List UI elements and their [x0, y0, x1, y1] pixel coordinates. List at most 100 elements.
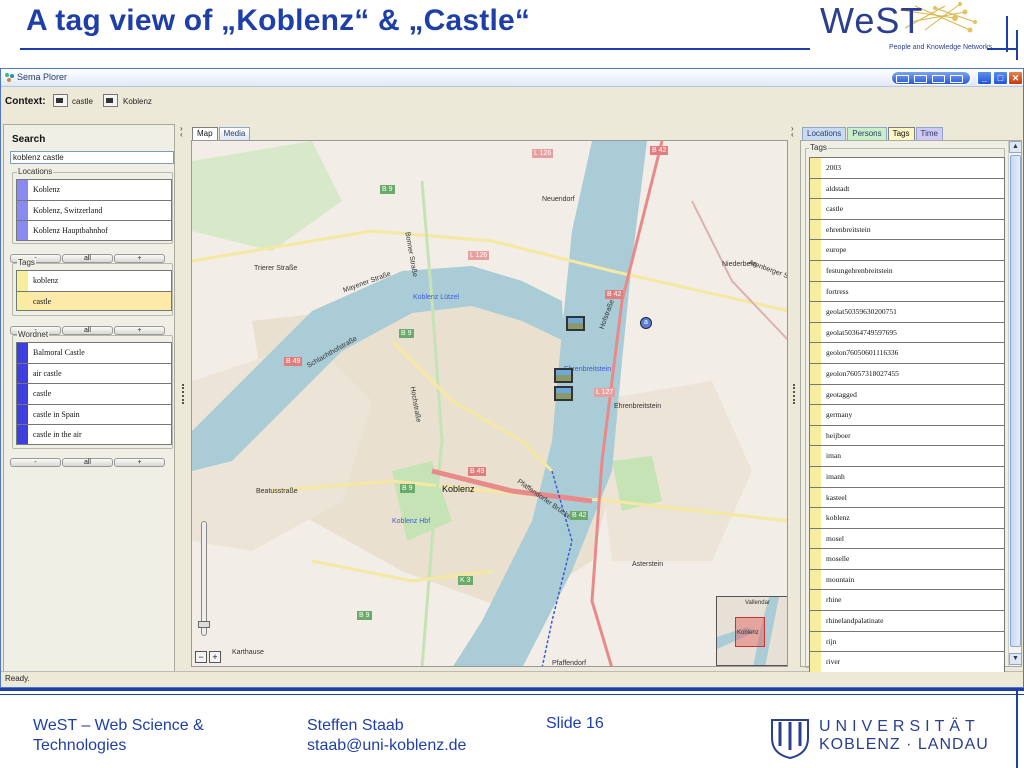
photo-marker[interactable] [554, 368, 573, 383]
tag-facet-item[interactable]: rhinelandpalatinate [809, 610, 1005, 631]
tab-map[interactable]: Map [192, 127, 218, 140]
tag-facet-item[interactable]: rijn [809, 630, 1005, 652]
tag-item[interactable]: castle [16, 290, 172, 311]
tag-facet-item[interactable]: rhine [809, 589, 1005, 611]
remove-button[interactable]: - [10, 458, 61, 467]
title-rule [20, 48, 810, 50]
map-label-ehrenbreitstein: Ehrenbreitstein [614, 403, 662, 410]
tab-media[interactable]: Media [218, 127, 251, 140]
location-item[interactable]: Koblenz, Switzerland [16, 199, 172, 220]
zoom-slider[interactable] [201, 521, 207, 636]
window-toolstrip[interactable] [891, 71, 971, 85]
tag-facet-item[interactable]: geolon76050601116336 [809, 342, 1005, 363]
map-view[interactable]: Koblenz Koblenz Lützel Ehrenbreitstein E… [191, 140, 788, 667]
collapse-chevron-icon[interactable]: › ‹ [791, 125, 794, 139]
tab-time[interactable]: Time [915, 127, 943, 140]
add-button[interactable]: + [114, 458, 165, 467]
location-item-label: Koblenz [33, 185, 61, 194]
photo-marker[interactable] [554, 386, 573, 401]
tag-facet-color-bar [810, 322, 821, 343]
tag-facet-item[interactable]: ehrenbreitstein [809, 218, 1005, 240]
right-panel: Tags 2003 aldstadt castle ehrenbreitstein eu… [800, 140, 1022, 672]
footer-email[interactable]: staab@uni-koblenz.de [307, 736, 466, 756]
minimap-label-koblenz: Koblenz [737, 630, 759, 636]
wordnet-item[interactable]: castle in the air [16, 424, 172, 445]
map-label-neuendorf: Neuendorf [542, 196, 575, 203]
tag-facet-item[interactable]: geolat50364749597695 [809, 321, 1005, 343]
splitter-grip-icon[interactable] [182, 384, 184, 404]
locations-title: Locations [17, 167, 54, 176]
all-button[interactable]: all [62, 458, 113, 467]
tag-facet-item[interactable]: moselle [809, 548, 1005, 569]
photo-marker[interactable] [566, 316, 585, 331]
zoom-in-button[interactable]: + [209, 651, 221, 663]
zoom-slider-knob[interactable] [198, 621, 210, 628]
tag-facet-item[interactable]: geolon76057318027455 [809, 362, 1005, 384]
tag-facet-item[interactable]: mosel [809, 527, 1005, 549]
location-item[interactable]: Koblenz [16, 179, 172, 200]
tag-item[interactable]: koblenz [16, 270, 172, 291]
scroll-down-icon[interactable]: ▼ [1009, 653, 1022, 665]
tag-facet-item[interactable]: heijboer [809, 424, 1005, 446]
add-button[interactable]: + [114, 254, 165, 263]
close-button[interactable]: ✕ [1008, 71, 1023, 85]
footer-slide-number: Slide 16 [546, 715, 604, 732]
map-label-hbf: Koblenz Hbf [392, 518, 431, 525]
tag-facet-label: rhinelandpalatinate [826, 616, 884, 626]
wordnet-item[interactable]: Balmoral Castle [16, 342, 172, 363]
location-item[interactable]: Koblenz Hauptbahnhof [16, 220, 172, 241]
wordnet-item-label: castle [33, 389, 52, 398]
context-item-icon[interactable] [53, 94, 68, 107]
tag-facet-label: germany [826, 410, 853, 420]
tag-facet-item[interactable]: 2003 [809, 157, 1005, 178]
tag-facet-item[interactable]: imanh [809, 465, 1005, 487]
collapse-chevron-icon[interactable]: › ‹ [180, 125, 183, 139]
map-canvas[interactable] [192, 141, 788, 667]
tab-persons[interactable]: Persons [847, 127, 887, 140]
all-button[interactable]: all [62, 254, 113, 263]
context-item-koblenz[interactable]: Koblenz [123, 97, 152, 106]
wordnet-item[interactable]: castle [16, 383, 172, 404]
tag-facet-item[interactable]: koblenz [809, 507, 1005, 528]
wordnet-item[interactable]: castle in Spain [16, 403, 172, 424]
search-input[interactable]: koblenz castle [10, 151, 174, 164]
splitter-grip-icon[interactable] [793, 384, 795, 404]
tab-locations[interactable]: Locations [802, 127, 847, 140]
scrollbar-thumb[interactable] [1010, 155, 1021, 647]
tags-facet-list: 2003 aldstadt castle ehrenbreitstein europe f… [809, 157, 1005, 672]
overview-minimap[interactable]: Vallendar Koblenz [716, 596, 787, 666]
scroll-up-icon[interactable]: ▲ [1009, 141, 1022, 153]
tag-facet-item[interactable]: geotagged [809, 383, 1005, 405]
wordnet-color-bar [17, 343, 28, 363]
tab-tags[interactable]: Tags [887, 127, 915, 140]
tag-facet-label: geotagged [826, 389, 857, 399]
tag-facet-item[interactable]: aldstadt [809, 177, 1005, 199]
all-button[interactable]: all [62, 326, 113, 335]
location-marker[interactable]: a [640, 317, 652, 329]
wordnet-list: Balmoral Castle air castle castle castle in… [16, 342, 172, 445]
left-splitter[interactable]: › ‹ [179, 124, 187, 684]
tag-facet-item[interactable]: fortress [809, 280, 1005, 302]
context-item-castle[interactable]: castle [72, 97, 93, 106]
app-icon [5, 73, 14, 82]
tag-facet-item[interactable]: iman [809, 445, 1005, 466]
zoom-out-button[interactable]: − [195, 651, 207, 663]
maximize-button[interactable]: □ [993, 71, 1008, 85]
locations-list: Koblenz Koblenz, Switzerland Koblenz Haupt… [16, 179, 172, 241]
tag-facet-item[interactable]: geolat50359630200751 [809, 301, 1005, 322]
tag-facet-item[interactable]: castle [809, 198, 1005, 219]
tag-facet-item[interactable]: festungehrenbreitstein [809, 259, 1005, 281]
context-item-icon[interactable] [103, 94, 118, 107]
tag-facet-item[interactable]: river [809, 651, 1005, 672]
tags-scrollbar[interactable]: ▲ ▼ [1008, 141, 1022, 666]
tag-facet-item[interactable]: germany [809, 404, 1005, 425]
tag-facet-item[interactable]: europe [809, 239, 1005, 260]
wordnet-item[interactable]: air castle [16, 362, 172, 383]
tag-facet-item[interactable]: mountain [809, 568, 1005, 590]
minimize-button[interactable]: _ [977, 71, 992, 85]
tag-facet-label: geolat50359630200751 [826, 307, 897, 317]
right-splitter[interactable]: › ‹ [790, 124, 798, 684]
add-button[interactable]: + [114, 326, 165, 335]
tag-facet-item[interactable]: kasteel [809, 486, 1005, 508]
road-shield: B 42 [605, 290, 624, 299]
